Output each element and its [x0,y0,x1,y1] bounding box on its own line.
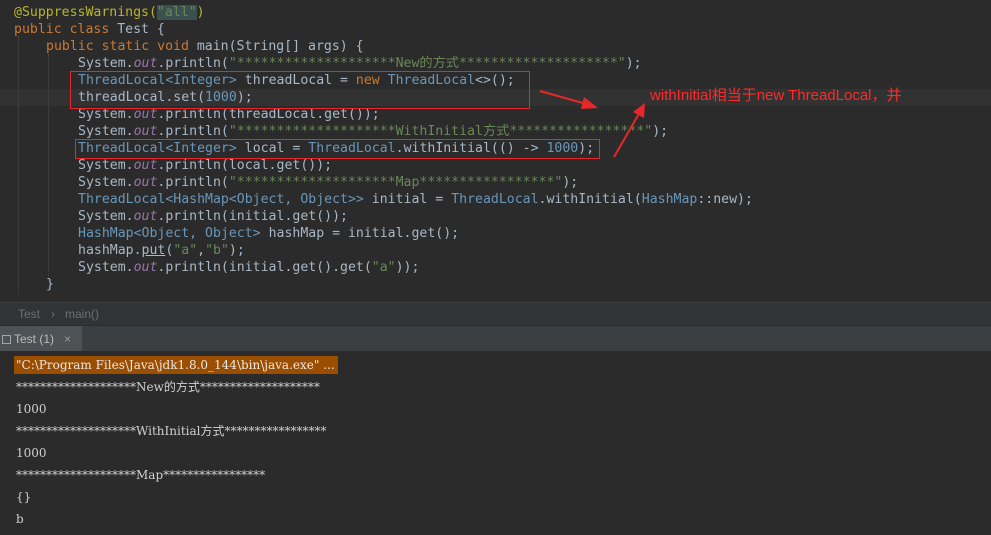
console-line: 1000 [16,446,47,460]
run-tab-label: Test (1) [14,332,55,346]
annotation-arrows [539,90,645,158]
arrow-to-note [613,111,641,158]
console-line: 1000 [16,402,47,416]
run-tool-window-header: Test (1) × [0,325,991,352]
console-line: ********************WithInitial方式*******… [16,424,327,438]
arrowhead-up-icon [633,103,645,118]
console-line: {} [16,490,32,504]
close-icon[interactable]: × [64,326,71,352]
console-output[interactable]: "C:\Program Files\Java\jdk1.8.0_144\bin\… [0,351,991,535]
run-tab[interactable]: Test (1) × [0,326,82,352]
code-editor[interactable]: @SuppressWarnings("all") public class Te… [0,0,991,302]
breadcrumb-method[interactable]: main() [65,303,99,325]
console-line: b [16,512,24,526]
console-line: ********************New的方式**************… [16,380,320,394]
arrowhead-right-icon [581,97,598,109]
console-command-line[interactable]: "C:\Program Files\Java\jdk1.8.0_144\bin\… [14,356,338,374]
run-config-icon [2,335,11,344]
console-line: ********************Map***************** [16,468,266,482]
arrow-to-new-box [539,90,591,106]
annotation-note: withInitial相当于new ThreadLocal，并 [650,87,902,104]
breadcrumb: Test › main() [0,302,991,325]
breadcrumb-separator-icon: › [51,307,55,321]
breadcrumb-class[interactable]: Test [18,303,40,325]
